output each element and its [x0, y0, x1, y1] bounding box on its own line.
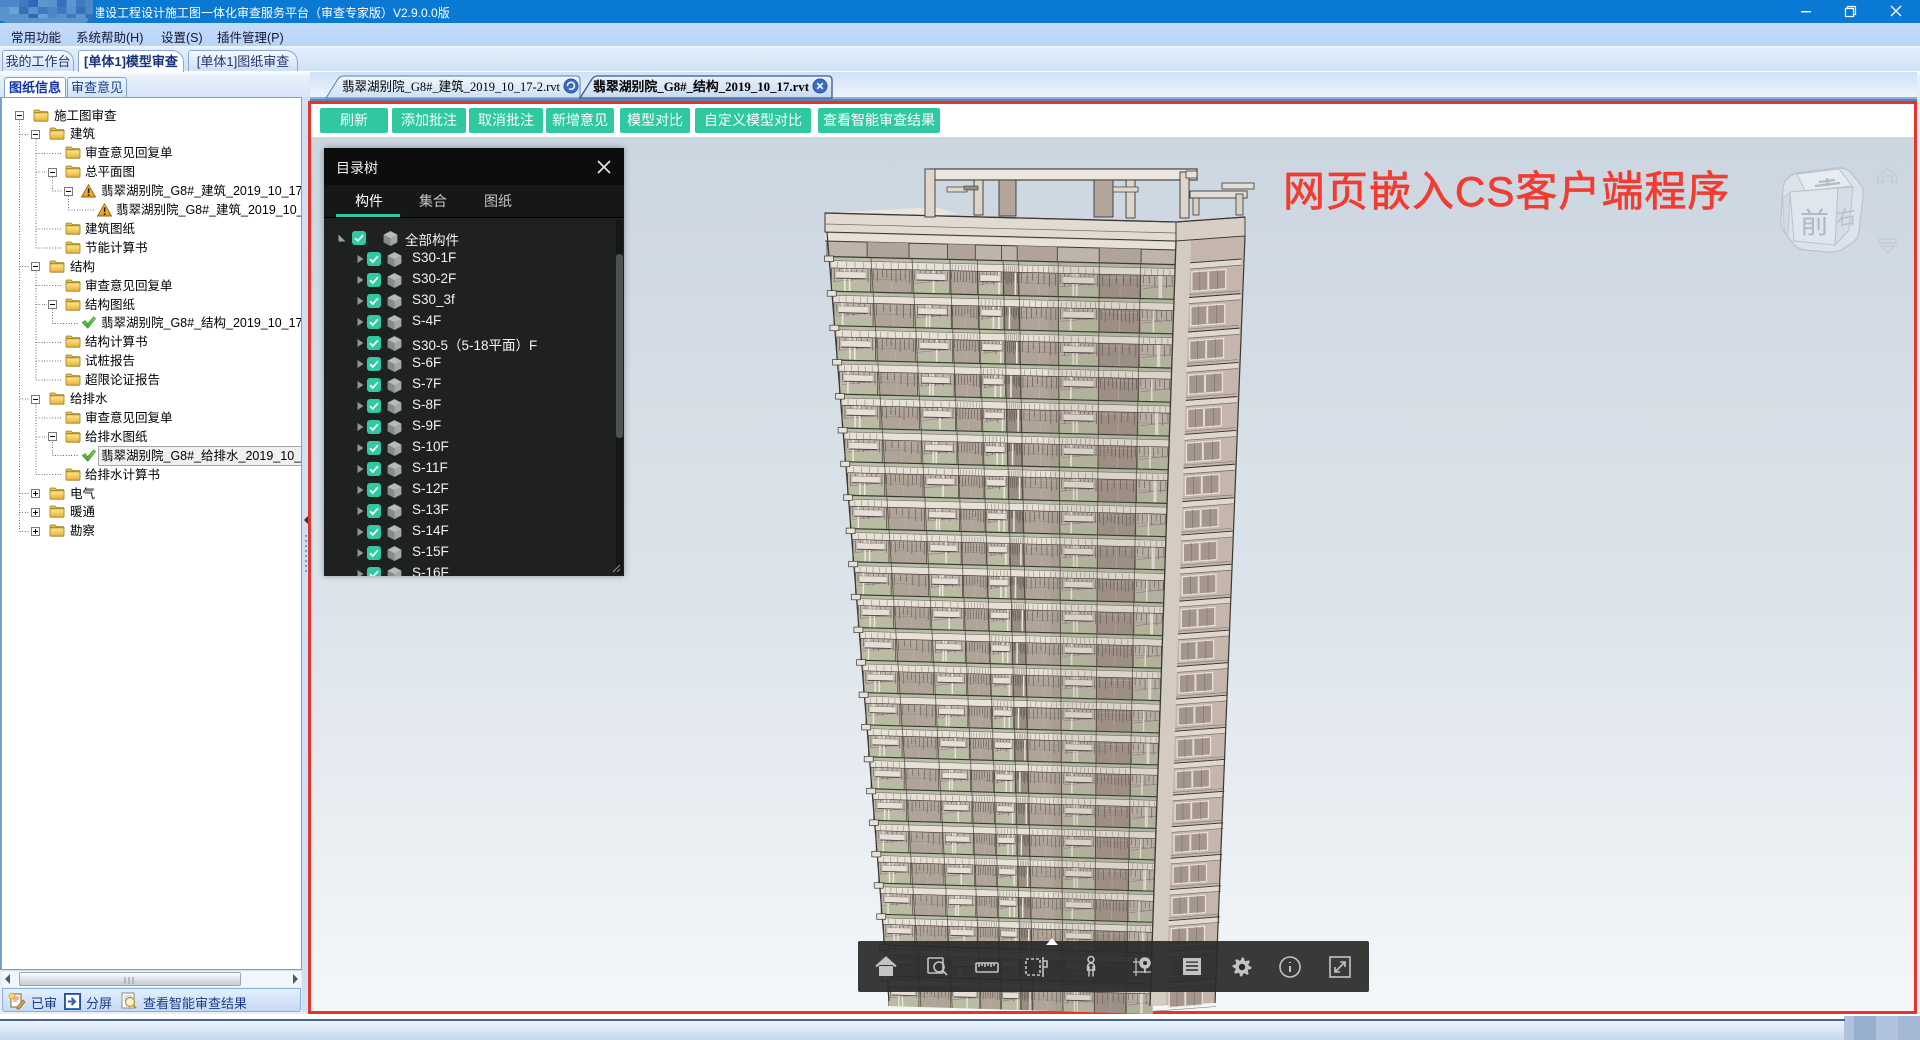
svg-text:翡翠湖别院_G8#_结构_2019_10_17.rvt: 翡翠湖别院_G8#_结构_2019_10_17.rvt [593, 79, 810, 94]
svg-text:翡翠湖别院_G8#_建筑_2019_10_17-2.rvt: 翡翠湖别院_G8#_建筑_2019_10_17-2.rvt [342, 79, 560, 94]
svg-text:右: 右 [1836, 205, 1856, 231]
svg-text:前: 前 [1800, 207, 1829, 240]
